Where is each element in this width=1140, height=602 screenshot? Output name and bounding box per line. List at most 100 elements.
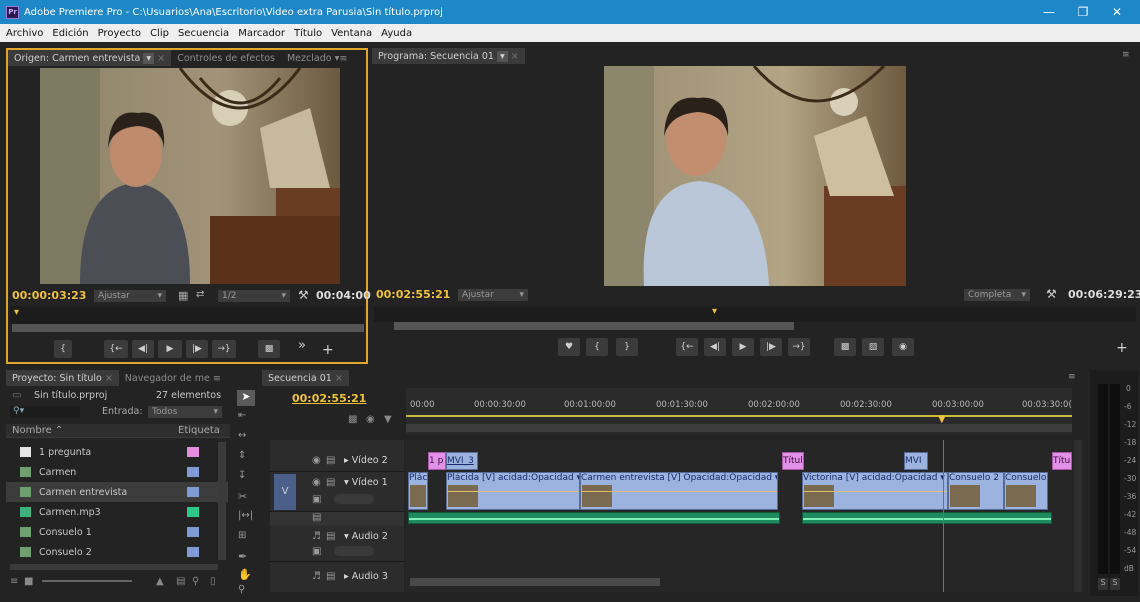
timeline-menu-icon[interactable]: ≡: [1068, 372, 1076, 382]
insert-icon[interactable]: ⇄: [196, 289, 204, 300]
title-clip[interactable]: 1 p: [428, 452, 446, 470]
timeline-playhead-handle[interactable]: ▼: [938, 414, 946, 425]
track-select-tool-icon[interactable]: ⇤: [238, 410, 246, 421]
more-controls-icon[interactable]: »: [298, 338, 306, 353]
program-menu-icon[interactable]: ≡: [1122, 50, 1130, 60]
go-to-out-icon[interactable]: →}: [212, 340, 236, 358]
project-hscroll[interactable]: [10, 564, 218, 570]
list-item[interactable]: Carmen entrevista: [6, 482, 228, 502]
rolling-edit-tool-icon[interactable]: ⇕: [238, 450, 246, 461]
step-back-icon[interactable]: ◀|: [132, 340, 154, 358]
close-icon[interactable]: ✕: [1100, 0, 1134, 24]
label-swatch[interactable]: [187, 467, 199, 477]
tab-mixer[interactable]: Mezclado ▾≡: [281, 50, 353, 66]
project-search-input[interactable]: ⚲▾: [10, 406, 80, 418]
source-timecode[interactable]: 00:00:03:23: [12, 289, 86, 302]
step-forward-icon[interactable]: |▶: [186, 340, 208, 358]
source-target-v[interactable]: V: [274, 474, 296, 510]
col-name[interactable]: Nombre ⌃: [12, 425, 63, 436]
menu-archivo[interactable]: Archivo: [6, 28, 43, 39]
go-to-in-icon[interactable]: {←: [104, 340, 128, 358]
program-step-back-icon[interactable]: ◀|: [704, 338, 726, 356]
extract-icon[interactable]: ▨: [862, 338, 884, 356]
snap-icon[interactable]: ▩: [348, 414, 357, 425]
add-marker-icon-tl[interactable]: ◉: [366, 414, 375, 425]
program-wrench-icon[interactable]: ⚒: [1046, 287, 1057, 301]
list-item[interactable]: Carmen: [6, 462, 228, 482]
solo-right-button[interactable]: S: [1110, 578, 1120, 590]
program-ruler[interactable]: ▾: [374, 306, 1136, 322]
label-swatch[interactable]: [187, 547, 199, 557]
program-zoom-bar[interactable]: [394, 322, 794, 330]
list-view-icon[interactable]: ≡: [10, 576, 18, 587]
list-item[interactable]: Consuelo 1: [6, 522, 228, 542]
video-clip[interactable]: Carmen entrevista [V] Opacidad:Opacidad …: [580, 472, 778, 510]
work-area-bar[interactable]: [406, 415, 1072, 417]
video-clip[interactable]: Victorina [V] acidad:Opacidad ▾: [802, 472, 948, 510]
timeline-zoom-bar[interactable]: [406, 424, 1072, 432]
audio-clip[interactable]: [408, 512, 780, 524]
label-swatch[interactable]: [187, 527, 199, 537]
selection-tool-icon[interactable]: ➤: [237, 390, 255, 406]
lock-icon[interactable]: ▤: [326, 571, 335, 582]
automate-icon[interactable]: ▲: [156, 576, 164, 587]
restore-icon[interactable]: ❐: [1066, 0, 1100, 24]
hand-tool-icon[interactable]: ✋: [238, 568, 252, 581]
audio-waveform-icon[interactable]: ▤: [312, 512, 321, 523]
video-clip[interactable]: MVI: [904, 452, 928, 470]
timeline-timecode[interactable]: 00:02:55:21: [292, 392, 366, 405]
label-swatch[interactable]: [187, 447, 199, 457]
project-scrollbar[interactable]: [218, 442, 226, 560]
video-clip[interactable]: Consuelo 2: [948, 472, 1004, 510]
label-swatch[interactable]: [187, 487, 199, 497]
program-add-button-icon[interactable]: +: [1116, 340, 1128, 356]
program-mark-out-icon[interactable]: }: [616, 338, 638, 356]
opacity-line[interactable]: [447, 491, 579, 492]
tab-source[interactable]: Origen: Carmen entrevista ▾ ×: [8, 50, 172, 66]
program-mark-in-icon[interactable]: {: [586, 338, 608, 356]
lock-icon[interactable]: ▤: [326, 531, 335, 542]
program-quality-dropdown[interactable]: Completa ▾: [964, 289, 1030, 301]
program-timecode[interactable]: 00:02:55:21: [376, 288, 450, 301]
solo-left-button[interactable]: S: [1098, 578, 1108, 590]
opacity-line[interactable]: [581, 491, 777, 492]
menu-marcador[interactable]: Marcador: [238, 28, 285, 39]
audio-clip[interactable]: [802, 512, 1052, 524]
add-marker-icon[interactable]: ♥: [558, 338, 580, 356]
eye-icon[interactable]: ◉: [312, 477, 321, 488]
razor-tool-icon[interactable]: ✂: [238, 490, 247, 503]
tab-sequence[interactable]: Secuencia 01 ×: [262, 370, 349, 386]
lock-icon[interactable]: ▤: [326, 477, 335, 488]
keyframe-nav[interactable]: [334, 494, 374, 504]
ripple-edit-tool-icon[interactable]: ↔: [238, 430, 246, 441]
project-filter-dropdown[interactable]: Todos ▾: [148, 406, 222, 418]
video-clip[interactable]: Plác: [408, 472, 428, 510]
program-play-icon[interactable]: ▶: [732, 338, 754, 356]
timeline-hscroll[interactable]: [410, 578, 660, 586]
export-frame-icon[interactable]: ▦: [178, 289, 188, 302]
source-ruler[interactable]: ▾: [10, 306, 364, 324]
list-item[interactable]: 1 pregunta: [6, 442, 228, 462]
trash-icon[interactable]: ▯: [210, 576, 216, 587]
keyframe-icon[interactable]: ▣: [312, 494, 321, 505]
list-item[interactable]: Consuelo 2: [6, 542, 228, 562]
title-clip[interactable]: Títul: [782, 452, 804, 470]
zoom-slider[interactable]: [42, 580, 132, 582]
source-playhead[interactable]: ▾: [14, 307, 19, 318]
slip-tool-icon[interactable]: |↔|: [238, 510, 253, 521]
find-icon[interactable]: ⚲: [192, 576, 199, 587]
tab-effect-controls[interactable]: Controles de efectos: [171, 50, 281, 66]
menu-secuencia[interactable]: Secuencia: [178, 28, 229, 39]
tab-project[interactable]: Proyecto: Sin título ×: [6, 370, 119, 386]
insert-clip-icon[interactable]: ▩: [258, 340, 280, 358]
speaker-icon[interactable]: ♬: [312, 571, 321, 582]
add-button-icon[interactable]: +: [322, 342, 334, 358]
source-resolution-dropdown[interactable]: 1/2 ▾: [218, 290, 290, 302]
menu-proyecto[interactable]: Proyecto: [98, 28, 141, 39]
speaker-icon[interactable]: ♬: [312, 531, 321, 542]
menu-edicion[interactable]: Edición: [52, 28, 88, 39]
program-step-forward-icon[interactable]: |▶: [760, 338, 782, 356]
icon-view-icon[interactable]: ■: [24, 576, 33, 587]
source-fit-dropdown[interactable]: Ajustar ▾: [94, 290, 166, 302]
video-clip[interactable]: Plácida [V] acidad:Opacidad ▾: [446, 472, 580, 510]
